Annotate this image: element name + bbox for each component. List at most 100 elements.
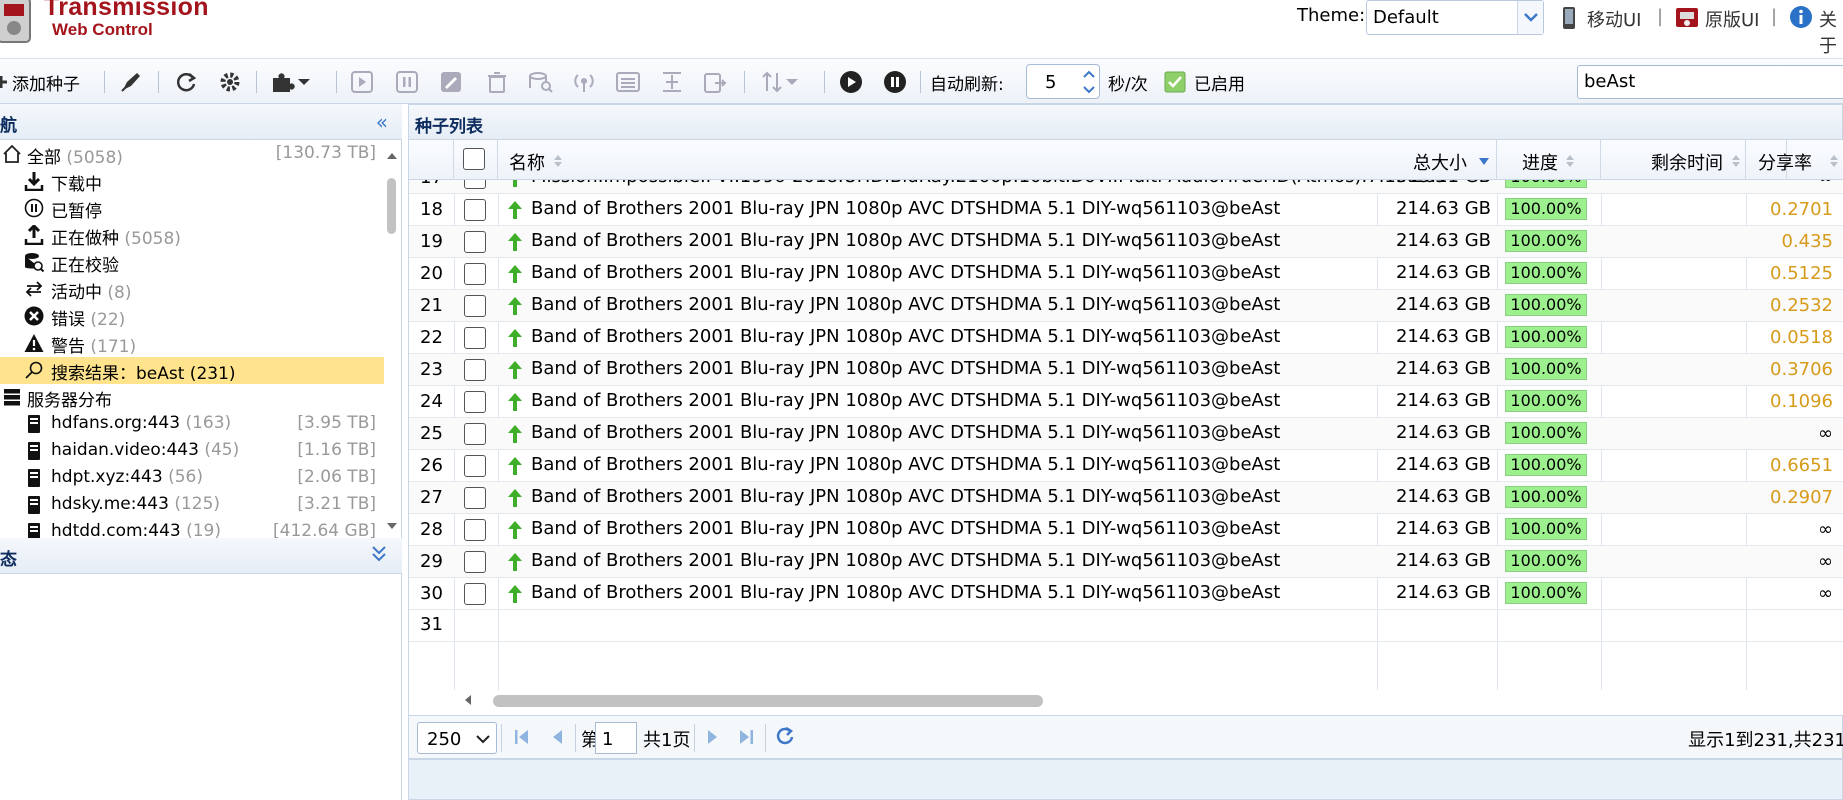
chevron-down-icon[interactable] <box>1517 1 1543 34</box>
nav-item-checking[interactable]: 正在校验 <box>0 249 384 276</box>
pause-all-button[interactable] <box>883 59 907 105</box>
server-item[interactable]: hdpt.xyz:443 (56) [2.06 TB] <box>0 465 384 492</box>
row-checkbox[interactable] <box>464 327 486 349</box>
row-checkbox[interactable] <box>464 519 486 541</box>
torrent-row[interactable]: 28 Band of Brothers 2001 Blu-ray JPN 1080… <box>409 514 1843 546</box>
refresh-interval-input[interactable]: 5 <box>1026 64 1100 99</box>
server-item[interactable]: hdsky.me:443 (125) [3.21 TB] <box>0 492 384 519</box>
horizontal-scrollbar[interactable] <box>457 690 1843 710</box>
nav-item-seeding[interactable]: 正在做种 (5058) <box>0 222 384 249</box>
select-all-checkbox[interactable] <box>463 148 485 170</box>
last-page-icon[interactable] <box>737 727 755 747</box>
nav-item-label: 下载中 <box>51 175 102 195</box>
column-progress-label: 进度 <box>1522 153 1558 174</box>
torrent-row[interactable]: 18 Band of Brothers 2001 Blu-ray JPN 1080… <box>409 194 1843 226</box>
row-checkbox[interactable] <box>464 551 486 573</box>
row-checkbox[interactable] <box>464 231 486 253</box>
pause-button[interactable] <box>396 59 418 105</box>
progress-bar: 100.00% <box>1505 582 1587 604</box>
torrent-row[interactable]: 29 Band of Brothers 2001 Blu-ray JPN 1080… <box>409 546 1843 578</box>
column-size[interactable]: 总大小 <box>1377 140 1497 180</box>
row-checkbox[interactable] <box>464 295 486 317</box>
sort-icon <box>554 155 562 167</box>
scroll-up-icon[interactable] <box>384 150 400 162</box>
queue-button[interactable] <box>760 59 800 105</box>
about-link[interactable]: 关于 <box>1819 6 1843 58</box>
column-progress[interactable]: 进度 <box>1497 140 1601 180</box>
torrent-rows: 17 Mission.Impossible.I-VI.1996-2018.UHD.… <box>409 180 1843 690</box>
torrent-row[interactable]: 22 Band of Brothers 2001 Blu-ray JPN 1080… <box>409 322 1843 354</box>
first-page-icon[interactable] <box>513 727 531 747</box>
add-torrent-button[interactable]: 添加种子 <box>0 59 80 105</box>
rename-button[interactable] <box>440 59 462 105</box>
nav-item-active[interactable]: 活动中 (8) <box>0 276 384 303</box>
nav-item-paused[interactable]: 已暂停 <box>0 195 384 222</box>
server-item[interactable]: hdfans.org:443 (163) [3.95 TB] <box>0 411 384 438</box>
reload-icon[interactable] <box>774 726 796 748</box>
horizontal-scroll-thumb[interactable] <box>493 695 1043 707</box>
reannounce-button[interactable] <box>572 59 596 105</box>
theme-select[interactable]: Default <box>1366 0 1544 35</box>
column-select-all[interactable] <box>454 140 498 180</box>
scroll-left-icon[interactable] <box>461 690 475 710</box>
align-button[interactable] <box>661 59 683 105</box>
expand-down-icon[interactable] <box>370 542 388 569</box>
mobile-ui-link[interactable]: 移动UI <box>1587 6 1641 32</box>
torrent-row[interactable]: 24 Band of Brothers 2001 Blu-ray JPN 1080… <box>409 386 1843 418</box>
torrent-size: 214.63 GB <box>1395 390 1491 411</box>
delete-button[interactable] <box>486 59 508 105</box>
search-box[interactable] <box>1577 65 1843 99</box>
torrent-row[interactable]: 20 Band of Brothers 2001 Blu-ray JPN 1080… <box>409 258 1843 290</box>
column-remaining[interactable]: 剩余时间 <box>1601 140 1746 180</box>
row-checkbox[interactable] <box>464 199 486 221</box>
server-item[interactable]: haidan.video:443 (45) [1.16 TB] <box>0 438 384 465</box>
torrent-row[interactable]: 23 Band of Brothers 2001 Blu-ray JPN 1080… <box>409 354 1843 386</box>
row-checkbox[interactable] <box>464 423 486 445</box>
spinner-arrows-icon[interactable] <box>1081 67 1097 97</box>
server-item[interactable]: hdtdd.com:443 (19) [412.64 GB] <box>0 519 384 538</box>
server-icon <box>28 469 40 487</box>
row-checkbox[interactable] <box>464 359 486 381</box>
next-page-icon[interactable] <box>706 727 720 747</box>
scroll-down-icon[interactable] <box>384 520 400 532</box>
torrent-row-partial[interactable]: 31 <box>409 610 1843 642</box>
nav-scroll-thumb[interactable] <box>387 178 396 234</box>
torrent-row[interactable]: 19 Band of Brothers 2001 Blu-ray JPN 1080… <box>409 226 1843 258</box>
nav-item-search-result[interactable]: 搜索结果：beAst (231) <box>0 357 384 384</box>
recheck-button[interactable] <box>528 59 554 105</box>
torrent-row[interactable]: 17 Mission.Impossible.I-VI.1996-2018.UHD.… <box>409 180 1843 194</box>
start-all-button[interactable] <box>839 59 863 105</box>
nav-item-error[interactable]: 错误 (22) <box>0 303 384 330</box>
row-checkbox[interactable] <box>464 180 486 189</box>
nav-servers-group[interactable]: 服务器分布 <box>0 384 384 411</box>
torrent-row[interactable]: 25 Band of Brothers 2001 Blu-ray JPN 1080… <box>409 418 1843 450</box>
rocket-button[interactable] <box>119 59 143 105</box>
page-size-select[interactable]: 250 <box>417 722 497 754</box>
nav-item-warning[interactable]: 警告 (171) <box>0 330 384 357</box>
auto-refresh-toggle[interactable]: 已启用 <box>1164 59 1245 105</box>
torrent-row[interactable]: 30 Band of Brothers 2001 Blu-ray JPN 1080… <box>409 578 1843 610</box>
nav-item-downloading[interactable]: 下载中 <box>0 168 384 195</box>
row-checkbox[interactable] <box>464 391 486 413</box>
refresh-button[interactable] <box>174 59 198 105</box>
row-checkbox[interactable] <box>464 487 486 509</box>
column-ratio[interactable]: 分享率 <box>1746 140 1843 180</box>
torrent-row[interactable]: 27 Band of Brothers 2001 Blu-ray JPN 1080… <box>409 482 1843 514</box>
search-input[interactable] <box>1584 71 1834 92</box>
plugins-button[interactable] <box>270 59 312 105</box>
collapse-left-icon[interactable]: « <box>376 110 388 134</box>
page-number-input[interactable]: 1 <box>595 722 637 754</box>
nav-scrollbar[interactable] <box>384 150 400 535</box>
settings-button[interactable] <box>218 59 242 105</box>
move-button[interactable] <box>616 59 640 105</box>
export-button[interactable] <box>703 59 727 105</box>
row-checkbox[interactable] <box>464 263 486 285</box>
row-checkbox[interactable] <box>464 455 486 477</box>
torrent-row[interactable]: 26 Band of Brothers 2001 Blu-ray JPN 1080… <box>409 450 1843 482</box>
torrent-row[interactable]: 21 Band of Brothers 2001 Blu-ray JPN 1080… <box>409 290 1843 322</box>
original-ui-link[interactable]: 原版UI <box>1705 6 1759 32</box>
nav-item-all[interactable]: 全部 (5058) [130.73 TB] <box>0 141 384 168</box>
start-button[interactable] <box>351 59 373 105</box>
row-checkbox[interactable] <box>464 583 486 605</box>
prev-page-icon[interactable] <box>550 727 564 747</box>
